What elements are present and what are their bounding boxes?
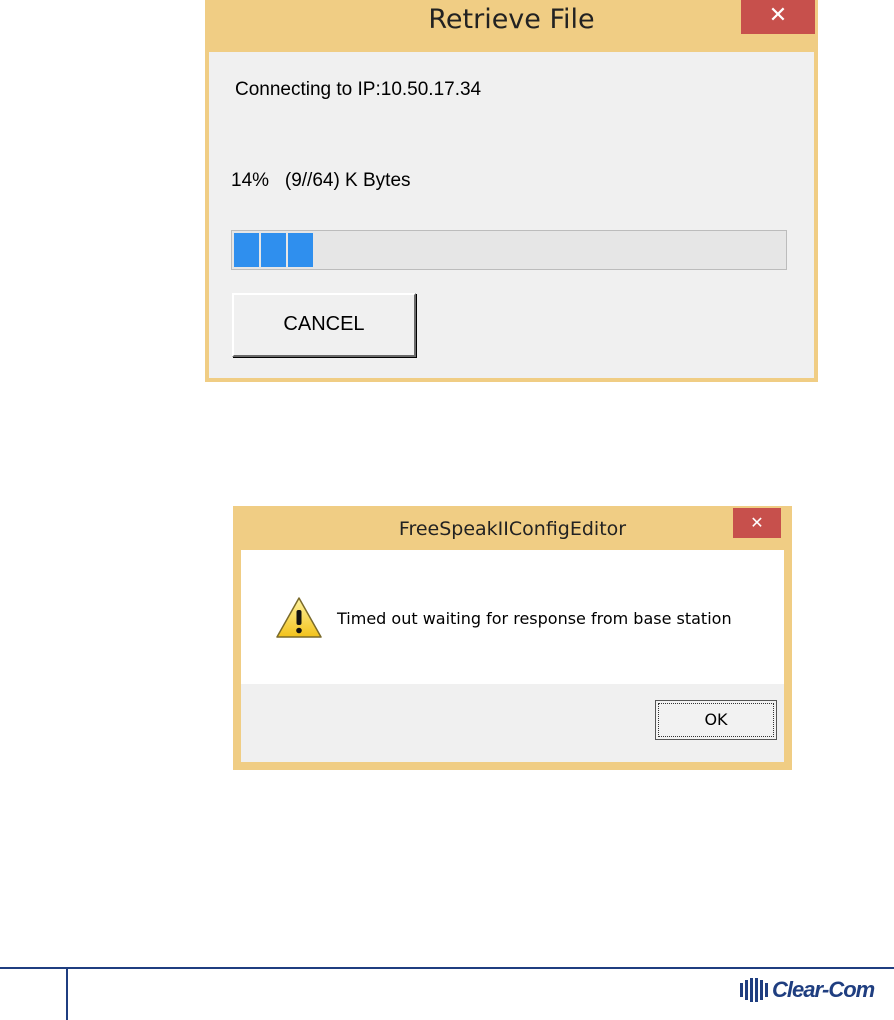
clear-com-logo-text: Clear-Com bbox=[772, 977, 875, 1002]
close-icon: ✕ bbox=[768, 3, 788, 28]
close-icon: ✕ bbox=[750, 513, 764, 532]
retrieve-file-body: Connecting to IP:10.50.17.34 14% (9//64)… bbox=[209, 52, 814, 378]
close-button[interactable]: ✕ bbox=[741, 0, 815, 34]
cancel-button[interactable]: CANCEL bbox=[232, 293, 416, 357]
message-area: Timed out waiting for response from base… bbox=[241, 550, 784, 684]
progress-text: 14% (9//64) K Bytes bbox=[231, 170, 411, 191]
timeout-error-dialog: FreeSpeakIIConfigEditor ✕ Timed out wait… bbox=[233, 506, 792, 770]
footer-rule bbox=[0, 967, 894, 969]
warning-icon bbox=[276, 597, 322, 638]
connection-status-text: Connecting to IP:10.50.17.34 bbox=[235, 79, 482, 100]
ok-button[interactable]: OK bbox=[655, 700, 777, 740]
error-message: Timed out waiting for response from base… bbox=[337, 609, 732, 628]
error-dialog-title: FreeSpeakIIConfigEditor bbox=[398, 518, 627, 540]
retrieve-file-titlebar[interactable]: Retrieve File ✕ bbox=[205, 0, 818, 52]
clear-com-logo: Clear-Com bbox=[740, 976, 875, 1004]
progress-bar bbox=[231, 230, 787, 270]
close-button[interactable]: ✕ bbox=[733, 508, 781, 538]
retrieve-file-dialog: Retrieve File ✕ Connecting to IP:10.50.1… bbox=[205, 0, 818, 382]
retrieve-file-title: Retrieve File bbox=[428, 4, 595, 35]
error-dialog-body: Timed out waiting for response from base… bbox=[241, 550, 784, 762]
progress-bar-fill bbox=[234, 233, 313, 267]
clear-com-logo-icon bbox=[740, 978, 768, 1002]
footer-divider bbox=[66, 969, 68, 1020]
